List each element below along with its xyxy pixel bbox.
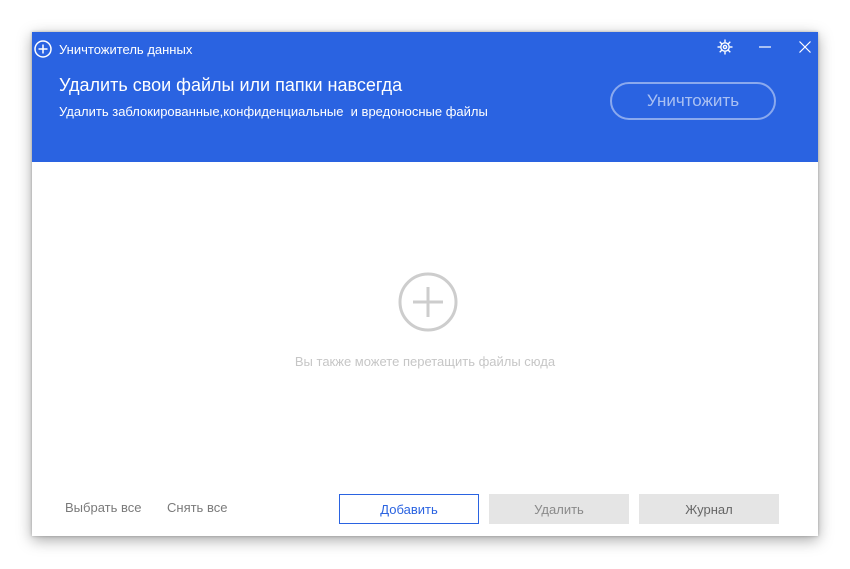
header-banner: Уничтожитель данных Удалить свои файлы и… — [32, 32, 818, 162]
drop-hint-text: Вы также можете перетащить файлы сюда — [294, 354, 556, 369]
gear-icon — [716, 38, 734, 61]
app-logo-icon — [34, 40, 52, 58]
deselect-all-link[interactable]: Снять все — [167, 500, 227, 515]
close-icon — [798, 40, 812, 59]
app-window: Уничтожитель данных Удалить свои файлы и… — [32, 32, 818, 536]
delete-button[interactable]: Удалить — [489, 494, 629, 524]
select-all-link[interactable]: Выбрать все — [65, 500, 141, 515]
settings-button[interactable] — [710, 36, 740, 62]
page-headline: Удалить свои файлы или папки навсегда — [59, 75, 403, 95]
add-circle-icon[interactable] — [398, 272, 458, 332]
log-button[interactable]: Журнал — [639, 494, 779, 524]
app-title: Уничтожитель данных — [59, 42, 193, 57]
destroy-button[interactable]: Уничтожить — [610, 82, 776, 120]
minimize-button[interactable] — [750, 36, 780, 62]
close-button[interactable] — [790, 36, 820, 62]
file-drop-area[interactable]: Вы также можете перетащить файлы сюда — [32, 162, 818, 462]
page-subheadline: Удалить заблокированные,конфиденциальные… — [59, 104, 488, 119]
add-button[interactable]: Добавить — [339, 494, 479, 524]
minimize-icon — [758, 40, 772, 59]
